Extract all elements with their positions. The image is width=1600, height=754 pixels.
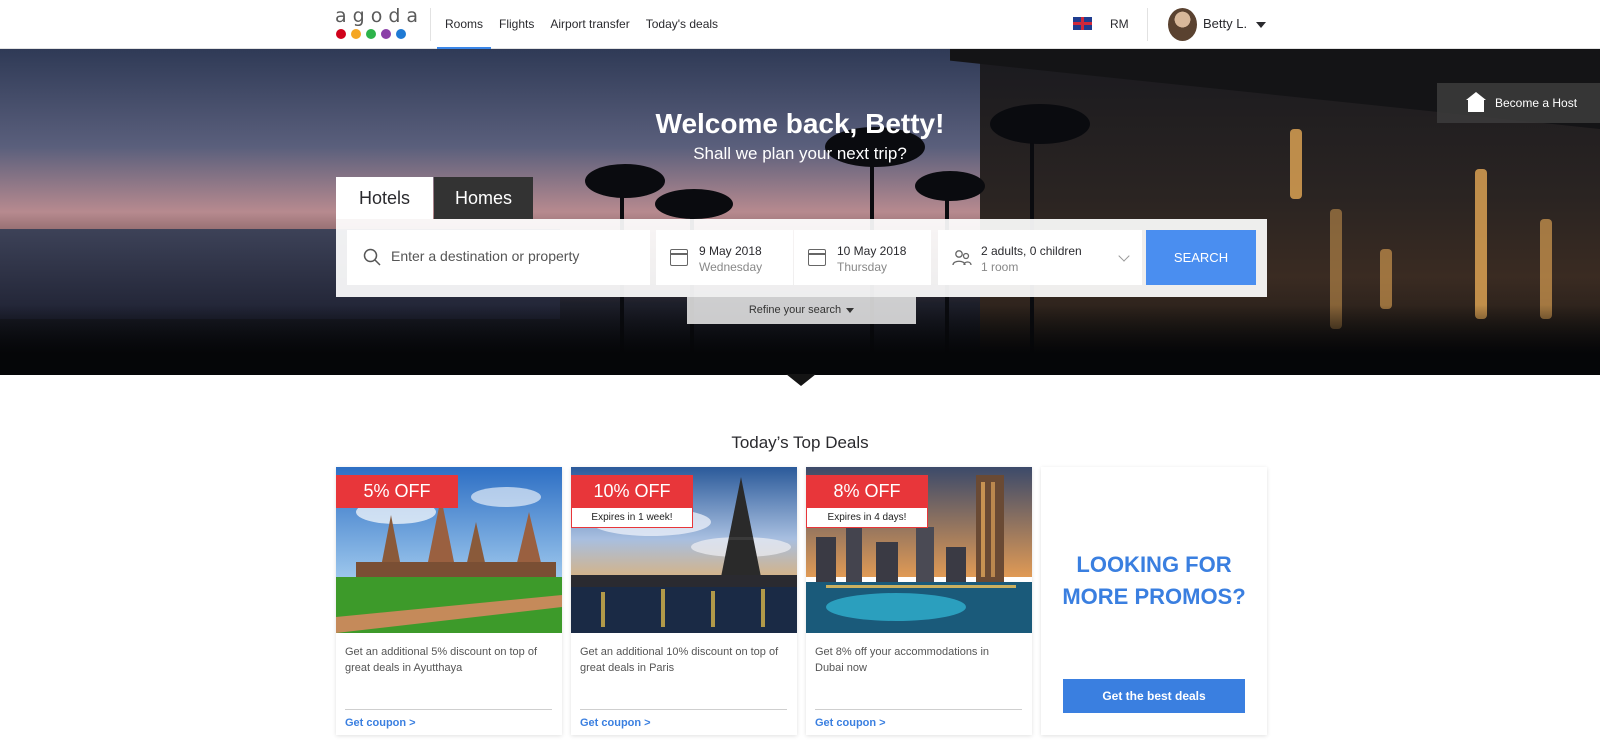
top-nav: agoda Rooms Flights Airport transfer Tod…: [0, 0, 1600, 50]
divider: [815, 709, 1022, 710]
become-host-label: Become a Host: [1495, 96, 1578, 110]
more-promos-card: LOOKING FOR MORE PROMOS? Get the best de…: [1041, 467, 1267, 735]
logo-dot-green: [366, 29, 376, 39]
become-host-button[interactable]: Become a Host: [1437, 83, 1600, 123]
checkin-field[interactable]: 9 May 2018 Wednesday: [656, 230, 793, 285]
divider: [580, 709, 787, 710]
checkin-day: Wednesday: [699, 260, 763, 274]
destination-input[interactable]: [391, 248, 641, 264]
nav-link-airport-transfer[interactable]: Airport transfer: [542, 0, 637, 49]
promo-heading: LOOKING FOR MORE PROMOS?: [1041, 549, 1267, 613]
checkout-date: 10 May 2018: [837, 244, 907, 258]
uk-flag-icon[interactable]: [1073, 17, 1092, 30]
destination-field[interactable]: [347, 230, 650, 285]
get-coupon-link[interactable]: Get coupon >: [580, 717, 651, 729]
deal-description: Get 8% off your accommodations in Dubai …: [815, 646, 990, 674]
deal-image: 8% OFF Expires in 4 days!: [806, 467, 1032, 633]
welcome-subtitle: Shall we plan your next trip?: [693, 144, 907, 163]
logo-dots: [336, 29, 415, 39]
promo-heading-line1: LOOKING FOR: [1076, 552, 1232, 577]
nav-links: Rooms Flights Airport transfer Today's d…: [437, 0, 726, 50]
palm-crown: [655, 189, 733, 219]
deal-description: Get an additional 10% discount on top of…: [580, 646, 779, 674]
welcome-title: Welcome back, Betty!: [655, 108, 945, 139]
tab-hotels[interactable]: Hotels: [336, 177, 433, 219]
calendar-icon: [670, 249, 688, 266]
nav-link-flights[interactable]: Flights: [491, 0, 542, 49]
discount-badge: 5% OFF: [336, 475, 458, 508]
search-button[interactable]: SEARCH: [1146, 230, 1256, 285]
house-icon: [1465, 92, 1487, 112]
hero-light: [1475, 169, 1487, 319]
deal-card[interactable]: 10% OFF Expires in 1 week! Get an additi…: [571, 467, 797, 735]
deal-card[interactable]: 8% OFF Expires in 4 days! Get 8% off you…: [806, 467, 1032, 735]
refine-search-label: Refine your search: [748, 304, 842, 316]
hero-light: [1540, 219, 1552, 319]
get-coupon-link[interactable]: Get coupon >: [815, 717, 886, 729]
deals-title: Today’s Top Deals: [731, 433, 869, 452]
palm-crown: [915, 171, 985, 201]
chevron-down-icon[interactable]: [1256, 22, 1266, 28]
nav-divider: [430, 8, 431, 41]
avatar[interactable]: [1168, 8, 1197, 41]
guests-summary: 2 adults, 0 children: [981, 244, 1082, 258]
search-box: 9 May 2018 Wednesday 10 May 2018 Thursda…: [336, 219, 1267, 297]
get-best-deals-button[interactable]: Get the best deals: [1063, 679, 1245, 713]
expiry-label: Expires in 4 days!: [806, 508, 928, 528]
search-icon: [363, 248, 381, 266]
hero-light: [1380, 249, 1392, 309]
currency-selector[interactable]: RM: [1110, 17, 1129, 31]
palm-crown: [585, 164, 665, 198]
nav-link-rooms[interactable]: Rooms: [437, 0, 492, 50]
nav-divider: [1147, 8, 1148, 41]
hero-notch: [786, 374, 816, 386]
logo-dot-purple: [381, 29, 391, 39]
checkout-day: Thursday: [837, 260, 888, 274]
logo-wordmark: agoda: [335, 5, 425, 27]
rooms-summary: 1 room: [981, 260, 1019, 274]
calendar-icon: [808, 249, 826, 266]
guests-field[interactable]: 2 adults, 0 children 1 room: [938, 230, 1142, 285]
promo-heading-line2: MORE PROMOS?: [1062, 584, 1246, 609]
chevron-down-icon: [1118, 250, 1130, 262]
nav-link-todays-deals[interactable]: Today's deals: [638, 0, 726, 49]
caret-down-icon: [846, 307, 855, 313]
deal-description: Get an additional 5% discount on top of …: [345, 646, 538, 674]
logo-dot-orange: [351, 29, 361, 39]
checkin-date: 9 May 2018: [699, 244, 762, 258]
logo-dot-red: [336, 29, 346, 39]
user-name[interactable]: Betty L.: [1203, 16, 1247, 31]
get-coupon-link[interactable]: Get coupon >: [345, 717, 416, 729]
discount-badge: 10% OFF: [571, 475, 693, 508]
hero-banner: [0, 49, 1600, 375]
expiry-label: Expires in 1 week!: [571, 508, 693, 528]
deal-image: 10% OFF Expires in 1 week!: [571, 467, 797, 633]
deal-image: 5% OFF: [336, 467, 562, 633]
people-icon: [952, 250, 972, 266]
discount-badge: 8% OFF: [806, 475, 928, 508]
refine-search-button[interactable]: Refine your search: [687, 297, 916, 324]
divider: [345, 709, 552, 710]
logo-dot-blue: [396, 29, 406, 39]
tab-homes[interactable]: Homes: [434, 177, 533, 219]
checkout-field[interactable]: 10 May 2018 Thursday: [794, 230, 931, 285]
deal-card[interactable]: 5% OFF Get an additional 5% discount on …: [336, 467, 562, 735]
agoda-logo[interactable]: agoda: [335, 5, 425, 42]
